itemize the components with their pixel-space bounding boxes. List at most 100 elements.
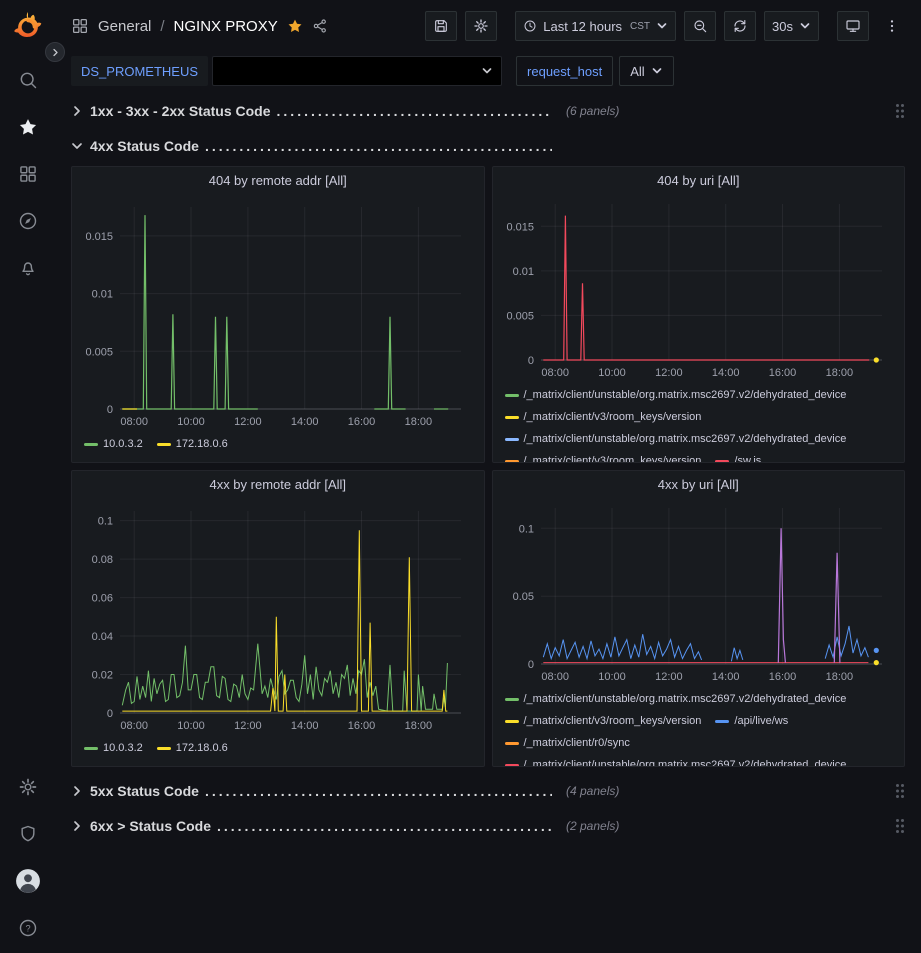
refresh-icon	[732, 18, 748, 34]
legend-label: /_matrix/client/r0/sync	[524, 737, 630, 749]
chart-404-by-uri[interactable]: 00.0050.010.01508:0010:0012:0014:0016:00…	[501, 192, 896, 382]
panel-4xx-by-uri: 4xx by uri [All] 00.050.108:0010:0012:00…	[492, 470, 906, 767]
var-request-host-label[interactable]: request_host	[516, 56, 613, 86]
var-ds-prometheus-label[interactable]: DS_PROMETHEUS	[71, 56, 208, 86]
svg-text:12:00: 12:00	[234, 720, 262, 732]
sidebar-item-help[interactable]: ?	[0, 904, 55, 951]
zoom-out-button[interactable]	[684, 11, 716, 41]
svg-text:0.1: 0.1	[98, 516, 113, 528]
tv-mode-button[interactable]	[837, 11, 869, 41]
settings-gear-icon	[18, 777, 38, 797]
svg-text:10:00: 10:00	[177, 416, 205, 428]
sidebar-item-server-admin[interactable]	[0, 810, 55, 857]
svg-text:16:00: 16:00	[768, 367, 796, 379]
sidebar-item-profile[interactable]	[0, 857, 55, 904]
svg-text:14:00: 14:00	[291, 416, 319, 428]
legend-item[interactable]: /_matrix/client/unstable/org.matrix.msc2…	[505, 385, 847, 405]
row-leader-dots: ........................................…	[277, 103, 552, 119]
svg-text:0.015: 0.015	[506, 221, 534, 233]
sidebar-item-starred[interactable]	[0, 103, 55, 150]
svg-text:0: 0	[107, 708, 113, 720]
svg-text:0.04: 0.04	[92, 631, 113, 643]
legend-item[interactable]: /_matrix/client/unstable/org.matrix.msc2…	[505, 429, 847, 449]
time-range-picker[interactable]: Last 12 hours CST	[515, 11, 676, 41]
sidebar-item-configuration[interactable]	[0, 763, 55, 810]
row-leader-dots: ........................................…	[205, 138, 552, 154]
top-navbar: General / NGINX PROXY	[55, 0, 921, 52]
share-icon[interactable]	[312, 18, 328, 34]
legend-item[interactable]: /_matrix/client/v3/room_keys/version	[505, 711, 702, 731]
alerting-bell-icon	[18, 258, 38, 278]
sidebar-bottom: ?	[0, 763, 55, 953]
drag-handle-icon[interactable]	[895, 103, 905, 119]
svg-text:14:00: 14:00	[291, 720, 319, 732]
panel-title[interactable]: 4xx by uri [All]	[501, 471, 897, 496]
drag-handle-icon[interactable]	[895, 783, 905, 799]
tv-icon	[845, 18, 861, 34]
row-panel-count: (6 panels)	[566, 104, 619, 118]
breadcrumb-folder[interactable]: General	[98, 18, 151, 35]
legend-item[interactable]: /_matrix/client/unstable/org.matrix.msc2…	[505, 755, 847, 766]
legend-label: /_matrix/client/unstable/org.matrix.msc2…	[524, 433, 847, 445]
chart-4xx-by-remote-addr[interactable]: 00.020.040.060.080.108:0010:0012:0014:00…	[80, 499, 475, 735]
row-header-5xx[interactable]: 5xx Status Code ........................…	[71, 776, 905, 805]
legend-item[interactable]: /_matrix/client/v3/room_keys/version	[505, 407, 702, 427]
refresh-interval-dropdown[interactable]: 30s	[764, 11, 819, 41]
legend-item[interactable]: /_matrix/client/unstable/org.matrix.msc2…	[505, 689, 847, 709]
legend-item[interactable]: /_matrix/client/v3/room_keys/version	[505, 451, 702, 462]
sidebar-item-explore[interactable]	[0, 197, 55, 244]
panel-title[interactable]: 404 by uri [All]	[501, 167, 897, 192]
svg-text:16:00: 16:00	[768, 671, 796, 683]
legend: /_matrix/client/unstable/org.matrix.msc2…	[501, 686, 897, 766]
legend-item[interactable]: 172.18.0.6	[157, 434, 228, 454]
legend-item[interactable]: 10.0.3.2	[84, 738, 143, 758]
panel-4xx-by-remote-addr: 4xx by remote addr [All] 00.020.040.060.…	[71, 470, 485, 767]
sidebar-expand-button[interactable]	[45, 42, 65, 62]
refresh-button[interactable]	[724, 11, 756, 41]
row-title: 5xx Status Code	[90, 783, 199, 799]
sidebar-item-dashboards[interactable]	[0, 150, 55, 197]
kebab-menu-button[interactable]	[877, 11, 907, 41]
panel-title[interactable]: 4xx by remote addr [All]	[80, 471, 476, 499]
chevron-right-icon	[51, 48, 60, 57]
grafana-logo[interactable]	[9, 8, 47, 46]
legend-item[interactable]: 172.18.0.6	[157, 738, 228, 758]
chevron-right-icon	[71, 105, 83, 117]
chart-404-by-remote-addr[interactable]: 00.0050.010.01508:0010:0012:0014:0016:00…	[80, 195, 475, 431]
panel-title[interactable]: 404 by remote addr [All]	[80, 167, 476, 195]
svg-text:10:00: 10:00	[598, 367, 626, 379]
save-button[interactable]	[425, 11, 457, 41]
chevron-down-icon	[481, 65, 493, 77]
breadcrumb-dashboard-title[interactable]: NGINX PROXY	[174, 18, 278, 35]
sidebar-item-alerting[interactable]	[0, 244, 55, 291]
row-leader-dots: ........................................…	[205, 783, 552, 799]
chevron-down-icon	[656, 20, 668, 32]
row-header-4xx[interactable]: 4xx Status Code ........................…	[71, 131, 905, 160]
var-ds-prometheus-select[interactable]	[212, 56, 502, 86]
kebab-menu-icon	[884, 18, 900, 34]
drag-handle-icon[interactable]	[895, 818, 905, 834]
dashboard-settings-button[interactable]	[465, 11, 497, 41]
explore-compass-icon	[18, 211, 38, 231]
refresh-interval-label: 30s	[772, 19, 793, 34]
svg-text:12:00: 12:00	[655, 671, 683, 683]
panel-404-by-remote-addr: 404 by remote addr [All] 00.0050.010.015…	[71, 166, 485, 463]
legend: 10.0.3.2 172.18.0.6	[80, 431, 476, 462]
svg-text:0: 0	[107, 404, 113, 416]
legend-item[interactable]: 10.0.3.2	[84, 434, 143, 454]
legend-item[interactable]: /sw.js	[715, 451, 761, 462]
search-icon	[18, 70, 38, 90]
sidebar-item-search[interactable]	[0, 56, 55, 103]
legend-item[interactable]: /api/live/ws	[715, 711, 788, 731]
chart-4xx-by-uri[interactable]: 00.050.108:0010:0012:0014:0016:0018:00	[501, 496, 896, 686]
time-range-label: Last 12 hours	[543, 19, 622, 34]
grafana-app: { "colors": { "page_bg": "#111217", "pan…	[0, 0, 921, 953]
row-header-6xx[interactable]: 6xx > Status Code ......................…	[71, 811, 905, 840]
svg-text:0.015: 0.015	[85, 231, 113, 243]
favorite-star-icon[interactable]	[287, 18, 303, 34]
row-header-1xx-3xx-2xx[interactable]: 1xx - 3xx - 2xx Status Code ............…	[71, 96, 905, 125]
var-request-host-select[interactable]: All	[619, 56, 673, 86]
legend: 10.0.3.2 172.18.0.6	[80, 735, 476, 766]
legend-item[interactable]: /_matrix/client/r0/sync	[505, 733, 630, 753]
legend-label: /_matrix/client/v3/room_keys/version	[524, 715, 702, 727]
